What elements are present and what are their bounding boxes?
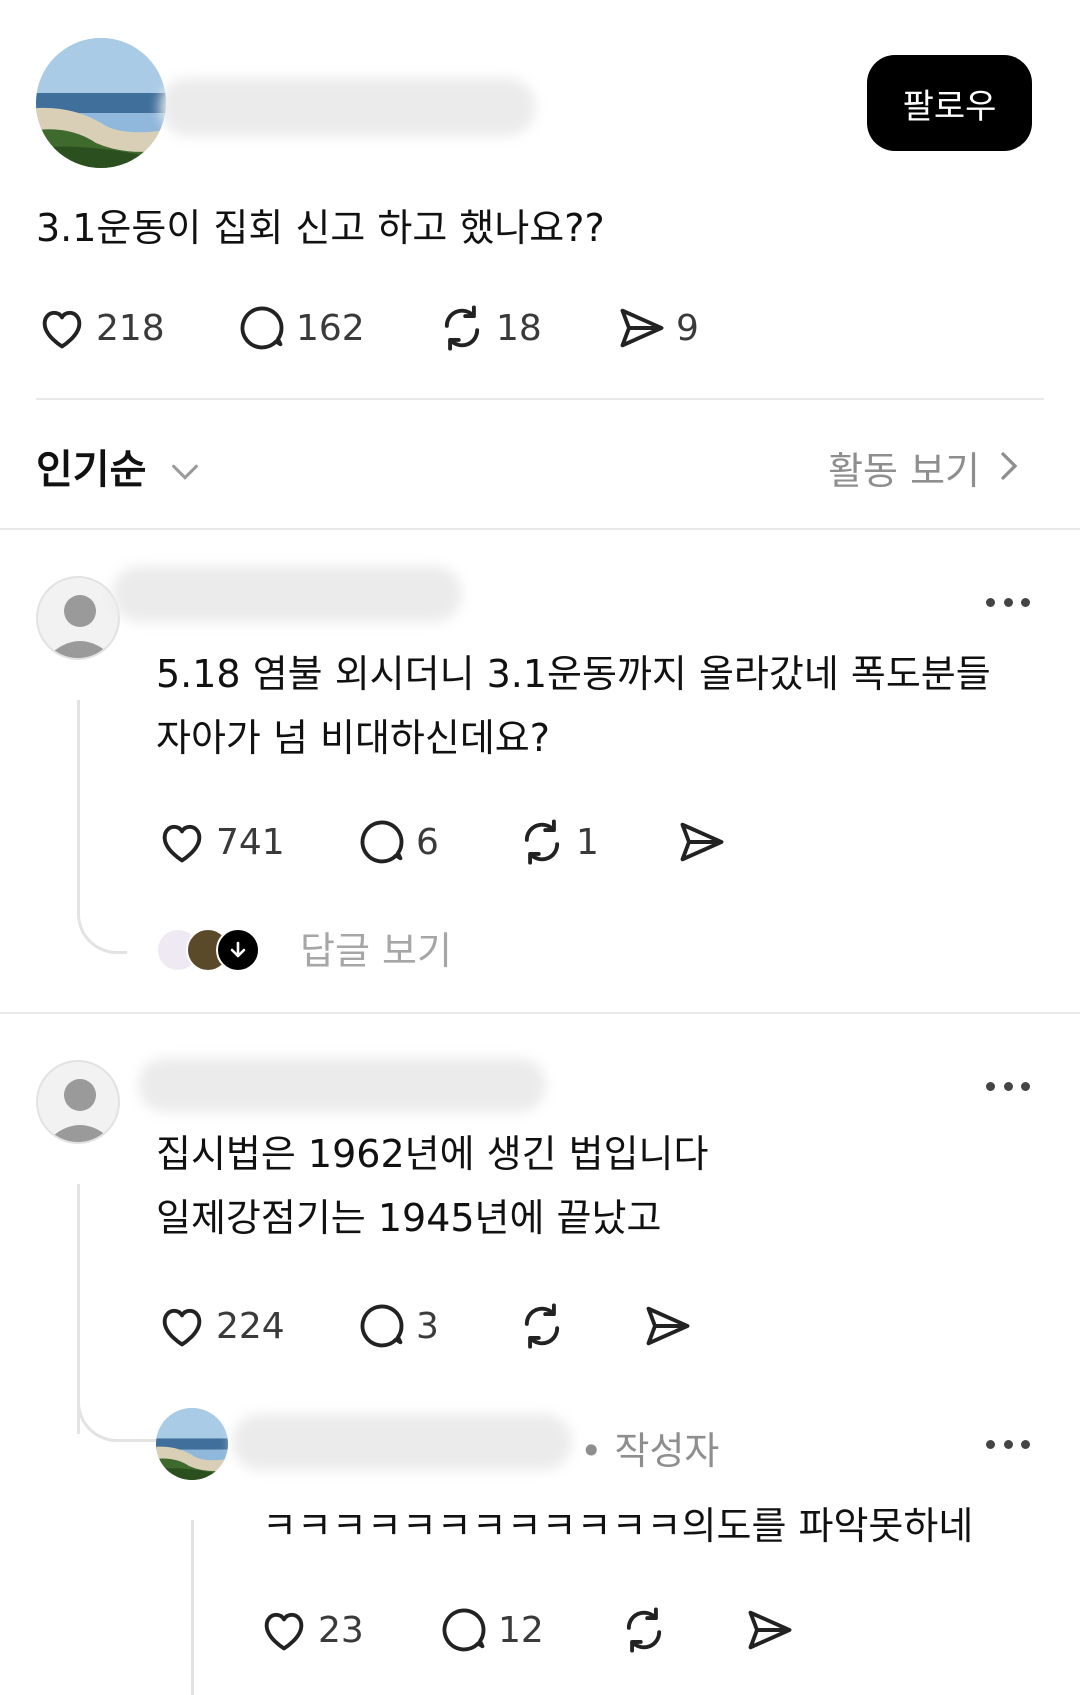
chevron-right-icon bbox=[1001, 452, 1018, 480]
send-icon bbox=[680, 822, 724, 862]
post-like-count: 218 bbox=[96, 307, 165, 349]
reply-author-blurred[interactable] bbox=[112, 566, 462, 622]
comment-icon bbox=[360, 1304, 404, 1348]
nested-comment-count: 12 bbox=[498, 1609, 544, 1651]
comment-icon bbox=[442, 1608, 486, 1652]
post-share-count: 9 bbox=[676, 307, 699, 349]
reply-like-action[interactable]: 224 bbox=[156, 1296, 285, 1356]
chevron-down-icon bbox=[172, 464, 199, 480]
reply-comment-action[interactable]: 6 bbox=[356, 812, 439, 872]
reply-text-line: 자아가 넘 비대하신데요? bbox=[156, 716, 550, 760]
send-icon bbox=[620, 308, 664, 348]
send-icon bbox=[748, 1610, 792, 1650]
reply-comment-count: 3 bbox=[416, 1305, 439, 1347]
view-replies-link[interactable]: 답글 보기 bbox=[300, 920, 452, 975]
reply-share-action[interactable] bbox=[642, 1296, 694, 1356]
post-comment-count: 162 bbox=[296, 307, 365, 349]
arrow-down-icon[interactable] bbox=[216, 928, 260, 972]
sort-label: 인기순 bbox=[36, 447, 147, 493]
more-options-icon[interactable] bbox=[986, 1080, 1030, 1092]
author-name-blurred[interactable] bbox=[232, 1414, 572, 1470]
activity-label: 활동 보기 bbox=[828, 449, 980, 493]
nested-share-action[interactable] bbox=[744, 1600, 796, 1660]
more-options-icon[interactable] bbox=[986, 596, 1030, 608]
heart-icon bbox=[42, 310, 82, 349]
reply-repost-count: 1 bbox=[576, 821, 599, 863]
repost-icon bbox=[444, 305, 480, 351]
post-like-action[interactable]: 218 bbox=[36, 298, 165, 358]
view-activity-link[interactable]: 활동 보기 bbox=[828, 440, 980, 495]
follow-button[interactable]: 팔로우 bbox=[867, 55, 1032, 151]
post-repost-action[interactable]: 18 bbox=[436, 298, 542, 358]
nested-like-count: 23 bbox=[318, 1609, 364, 1651]
divider bbox=[0, 1012, 1080, 1014]
post-comment-action[interactable]: 162 bbox=[236, 298, 365, 358]
heart-icon bbox=[162, 1308, 202, 1347]
heart-icon bbox=[264, 1612, 304, 1651]
author-name-blurred[interactable] bbox=[160, 78, 535, 136]
repost-icon bbox=[626, 1607, 662, 1653]
thread-line bbox=[191, 1520, 194, 1695]
thread-connector bbox=[77, 1380, 157, 1442]
nested-like-action[interactable]: 23 bbox=[258, 1600, 364, 1660]
reply-like-action[interactable]: 741 bbox=[156, 812, 285, 872]
post-share-action[interactable]: 9 bbox=[616, 298, 699, 358]
repost-icon bbox=[524, 819, 560, 865]
reply-avatar[interactable] bbox=[36, 1060, 120, 1144]
nested-comment-action[interactable]: 12 bbox=[438, 1600, 544, 1660]
heart-icon bbox=[162, 824, 202, 863]
divider bbox=[36, 398, 1044, 400]
author-avatar[interactable] bbox=[156, 1408, 228, 1480]
post-repost-count: 18 bbox=[496, 307, 542, 349]
nested-repost-action[interactable] bbox=[618, 1600, 670, 1660]
nested-reply-text: ㅋㅋㅋㅋㅋㅋㅋㅋㅋㅋㅋㅋ의도를 파악못하네 bbox=[262, 1504, 974, 1548]
thread-line bbox=[77, 700, 80, 890]
reply-text-line: 5.18 염불 외시더니 3.1운동까지 올라갔네 폭도분들 bbox=[156, 652, 991, 696]
reply-repost-action[interactable] bbox=[516, 1296, 568, 1356]
repost-icon bbox=[524, 1303, 560, 1349]
author-avatar[interactable] bbox=[36, 38, 166, 168]
reply-share-action[interactable] bbox=[676, 812, 728, 872]
reply-repost-action[interactable]: 1 bbox=[516, 812, 599, 872]
reply-avatar[interactable] bbox=[36, 576, 120, 660]
comment-icon bbox=[360, 820, 404, 864]
post-text: 3.1운동이 집회 신고 하고 했나요?? bbox=[36, 206, 605, 250]
reply-like-count: 741 bbox=[216, 821, 285, 863]
reply-like-count: 224 bbox=[216, 1305, 285, 1347]
reply-comment-action[interactable]: 3 bbox=[356, 1296, 439, 1356]
reply-text-line: 일제강점기는 1945년에 끝났고 bbox=[156, 1196, 662, 1240]
reply-comment-count: 6 bbox=[416, 821, 439, 863]
reply-author-blurred[interactable] bbox=[138, 1058, 546, 1112]
author-badge: • 작성자 bbox=[580, 1429, 720, 1473]
thread-connector bbox=[77, 880, 127, 954]
reply-text-line: 집시법은 1962년에 생긴 법입니다 bbox=[156, 1132, 709, 1176]
send-icon bbox=[646, 1306, 690, 1346]
comment-icon bbox=[240, 306, 284, 350]
more-options-icon[interactable] bbox=[986, 1438, 1030, 1450]
sort-dropdown[interactable]: 인기순 bbox=[36, 437, 202, 495]
divider bbox=[0, 528, 1080, 530]
